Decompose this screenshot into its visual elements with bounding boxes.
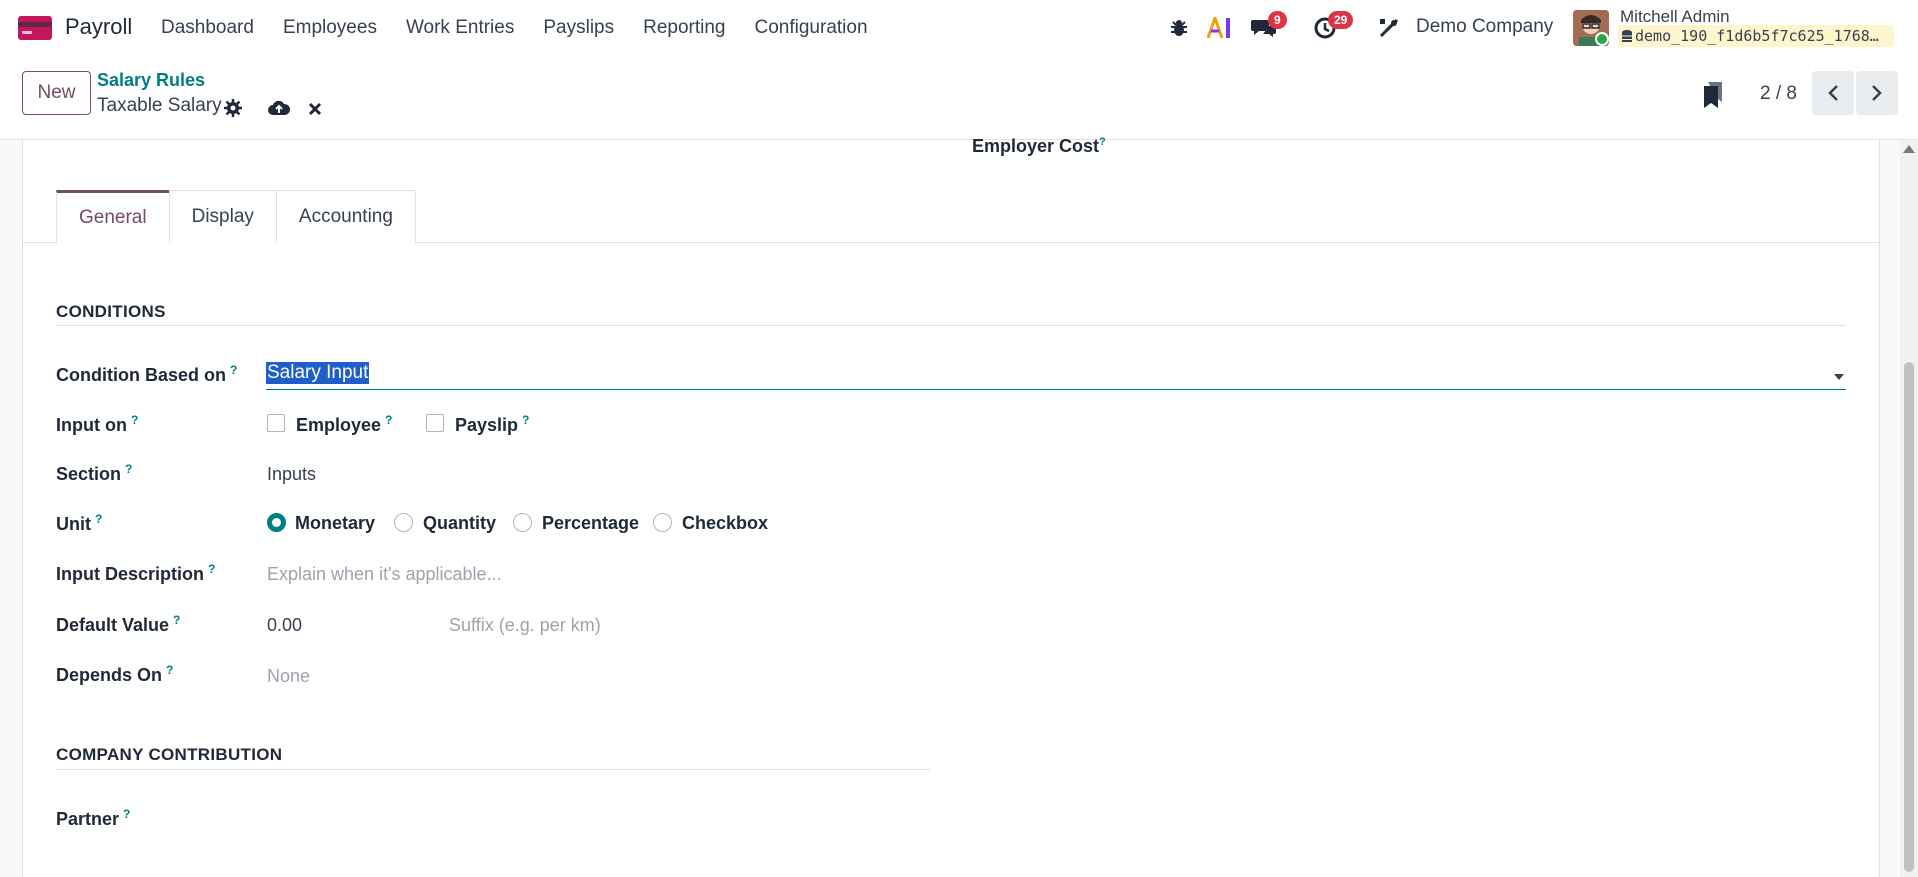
- help-icon[interactable]: ?: [166, 663, 173, 677]
- menu-dashboard[interactable]: Dashboard: [161, 17, 254, 39]
- pager-next-button[interactable]: [1856, 71, 1898, 115]
- help-icon[interactable]: ?: [95, 512, 102, 526]
- unit-checkbox-radio[interactable]: [653, 513, 672, 532]
- pager-previous-button[interactable]: [1812, 71, 1854, 115]
- section-value[interactable]: Inputs: [267, 464, 316, 485]
- employee-checkbox[interactable]: [267, 414, 285, 432]
- database-name: demo_190_f1d6b5f7c625_1768…: [1635, 27, 1879, 45]
- default-value-label: Default Value?: [56, 613, 181, 635]
- help-icon[interactable]: ?: [230, 363, 237, 377]
- unit-quantity-radio[interactable]: [394, 513, 413, 532]
- unit-quantity-label[interactable]: Quantity: [423, 513, 496, 534]
- unit-checkbox-label[interactable]: Checkbox: [682, 513, 768, 534]
- condition-based-on-select[interactable]: Salary Input: [266, 359, 1846, 390]
- control-panel: New Salary Rules Taxable Salary 2 / 8: [0, 56, 1918, 140]
- top-navbar: Payroll Dashboard Employees Work Entries…: [0, 0, 1918, 56]
- menu-payslips[interactable]: Payslips: [543, 17, 614, 39]
- user-name[interactable]: Mitchell Admin: [1620, 7, 1730, 27]
- help-icon[interactable]: ?: [208, 562, 215, 576]
- chevron-left-icon: [1828, 85, 1838, 101]
- employee-checkbox-label: Employee?: [296, 413, 393, 435]
- main-menu: Dashboard Employees Work Entries Payslip…: [161, 17, 897, 39]
- default-value-field[interactable]: 0.00: [267, 615, 302, 636]
- menu-employees[interactable]: Employees: [283, 17, 377, 39]
- payroll-app-icon[interactable]: [18, 16, 52, 40]
- database-chip: demo_190_f1d6b5f7c625_1768…: [1618, 25, 1894, 47]
- help-icon[interactable]: ?: [1099, 136, 1106, 148]
- scrollbar-thumb[interactable]: [1904, 362, 1914, 872]
- payslip-checkbox-label: Payslip?: [455, 413, 530, 435]
- pager-value[interactable]: 2 / 8: [1760, 83, 1797, 105]
- tab-display[interactable]: Display: [168, 190, 277, 243]
- database-icon: [1622, 30, 1632, 42]
- record-title: Taxable Salary: [97, 95, 222, 116]
- form-content-area: [0, 140, 1918, 877]
- tab-general[interactable]: General: [56, 190, 170, 243]
- help-icon[interactable]: ?: [125, 462, 132, 476]
- company-contribution-section-title: COMPANY CONTRIBUTION: [56, 745, 283, 764]
- online-status-dot: [1595, 32, 1609, 46]
- chevron-down-icon[interactable]: [1834, 374, 1844, 380]
- payslip-checkbox[interactable]: [426, 414, 444, 432]
- messages-badge: 9: [1268, 11, 1287, 29]
- input-description-label: Input Description?: [56, 562, 216, 584]
- help-icon[interactable]: ?: [173, 613, 180, 627]
- scroll-up-arrow-icon[interactable]: [1903, 145, 1915, 153]
- depends-on-label: Depends On?: [56, 663, 174, 685]
- unit-monetary-radio[interactable]: [267, 513, 286, 532]
- company-switcher[interactable]: Demo Company: [1416, 16, 1553, 38]
- condition-based-on-label: Condition Based on?: [56, 363, 238, 385]
- breadcrumb-salary-rules[interactable]: Salary Rules: [97, 70, 205, 91]
- app-name[interactable]: Payroll: [65, 14, 132, 40]
- unit-monetary-label[interactable]: Monetary: [295, 513, 375, 534]
- bookmark-icon[interactable]: [1700, 81, 1726, 109]
- input-description-field[interactable]: Explain when it's applicable...: [267, 564, 502, 585]
- help-icon[interactable]: ?: [131, 413, 138, 427]
- unit-label: Unit?: [56, 512, 103, 534]
- unit-percentage-label[interactable]: Percentage: [542, 513, 639, 534]
- help-icon[interactable]: ?: [123, 807, 130, 821]
- ai-icon[interactable]: [1206, 14, 1234, 42]
- section-divider: [56, 769, 930, 770]
- conditions-section-title: CONDITIONS: [56, 302, 166, 321]
- menu-configuration[interactable]: Configuration: [755, 17, 868, 39]
- chevron-right-icon: [1872, 85, 1882, 101]
- menu-reporting[interactable]: Reporting: [643, 17, 725, 39]
- unit-percentage-radio[interactable]: [513, 513, 532, 532]
- gear-icon[interactable]: [222, 97, 244, 119]
- discard-close-icon[interactable]: [304, 98, 326, 120]
- menu-work-entries[interactable]: Work Entries: [406, 17, 514, 39]
- form-sheet: [22, 140, 1880, 877]
- partner-label: Partner?: [56, 807, 131, 829]
- section-label: Section?: [56, 462, 133, 484]
- help-icon[interactable]: ?: [385, 413, 392, 427]
- depends-on-field[interactable]: None: [267, 666, 310, 687]
- employer-cost-label: Employer Cost?: [972, 136, 1106, 156]
- suffix-field[interactable]: Suffix (e.g. per km): [449, 615, 601, 636]
- tab-accounting[interactable]: Accounting: [275, 190, 416, 243]
- activities-badge: 29: [1328, 11, 1354, 29]
- condition-based-on-value: Salary Input: [266, 362, 370, 384]
- save-cloud-icon[interactable]: [267, 97, 291, 119]
- section-divider: [56, 325, 1846, 326]
- input-on-label: Input on?: [56, 413, 139, 435]
- tools-icon[interactable]: [1376, 15, 1402, 41]
- bug-icon[interactable]: [1168, 16, 1190, 40]
- help-icon[interactable]: ?: [522, 413, 529, 427]
- form-tabs: General Display Accounting: [56, 190, 416, 243]
- new-button[interactable]: New: [22, 71, 91, 115]
